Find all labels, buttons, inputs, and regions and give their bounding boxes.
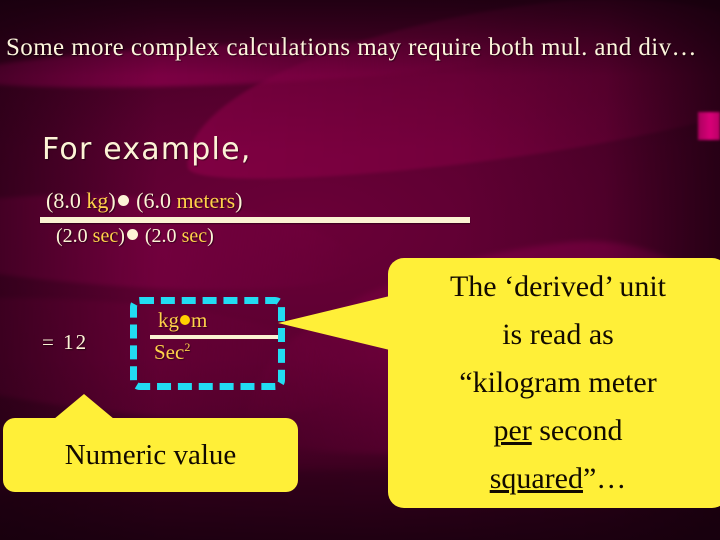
callout-right-body: The ‘derived’ unit is read as “kilogram … [393, 263, 720, 503]
callout-right-line-4: per second [393, 407, 720, 455]
callout-left-label: Numeric value [64, 438, 237, 471]
callout-right-line-3: “kilogram meter [459, 366, 657, 399]
fraction-bar [40, 217, 470, 223]
main-fraction: (8.0 kg) (6.0 meters) (2.0 sec) (2.0 sec… [40, 188, 470, 248]
denominator-second-close: ) [207, 225, 214, 247]
multiplication-dot-icon [117, 195, 129, 207]
callout-derived-unit: The ‘derived’ unit is read as “kilogram … [388, 258, 720, 508]
callout-right-line-5: squared”… [393, 455, 720, 503]
callout-right-line-4-rest: second [531, 414, 623, 447]
slide-canvas: Some more complex calculations may requi… [0, 0, 720, 540]
multiplication-dot-icon [180, 315, 190, 326]
derived-numerator-right: m [191, 308, 208, 332]
numerator-second-value: (6.0 [130, 188, 177, 213]
numerator-first-value: (8.0 [46, 188, 87, 213]
intro-paragraph: Some more complex calculations may requi… [6, 34, 697, 61]
callout-right-line-5-underlined: squared [489, 462, 583, 495]
fraction-denominator: (2.0 sec) (2.0 sec) [40, 225, 470, 248]
numerator-second-close: ) [235, 188, 243, 213]
denominator-second-unit: sec [181, 225, 208, 247]
callout-right-line-4-underlined: per [493, 414, 532, 447]
derived-unit-denominator: Sec2 [150, 340, 280, 365]
denominator-second-value: (2.0 [139, 225, 182, 247]
result-equals-value: = 12 [42, 330, 89, 354]
numerator-second-unit: meters [176, 188, 236, 213]
denominator-first-close: ) [118, 225, 125, 247]
derived-unit-numerator: kg m [150, 308, 280, 333]
derived-unit-fraction-bar [150, 335, 278, 339]
denominator-first-unit: sec [92, 225, 119, 247]
fraction-numerator: (8.0 kg) (6.0 meters) [40, 188, 470, 214]
numerator-first-close: ) [108, 188, 116, 213]
derived-denominator-base: Sec [154, 340, 185, 364]
denominator-first-value: (2.0 [56, 225, 93, 247]
callout-right-pointer [278, 295, 394, 351]
multiplication-dot-icon [126, 229, 138, 241]
derived-numerator-left: kg [158, 308, 179, 332]
derived-unit-fraction: kg m Sec2 [150, 308, 280, 365]
callout-right-line-2: is read as [502, 318, 614, 351]
derived-denominator-exponent: 2 [184, 340, 191, 354]
accent-chip-right-edge [698, 112, 720, 140]
callout-right-line-1: The ‘derived’ unit [449, 270, 667, 303]
for-example-heading: For example, [42, 132, 252, 167]
callout-right-line-5-rest: ”… [582, 462, 627, 495]
numerator-first-unit: kg [86, 188, 109, 213]
callout-numeric-value: Numeric value [3, 418, 298, 492]
